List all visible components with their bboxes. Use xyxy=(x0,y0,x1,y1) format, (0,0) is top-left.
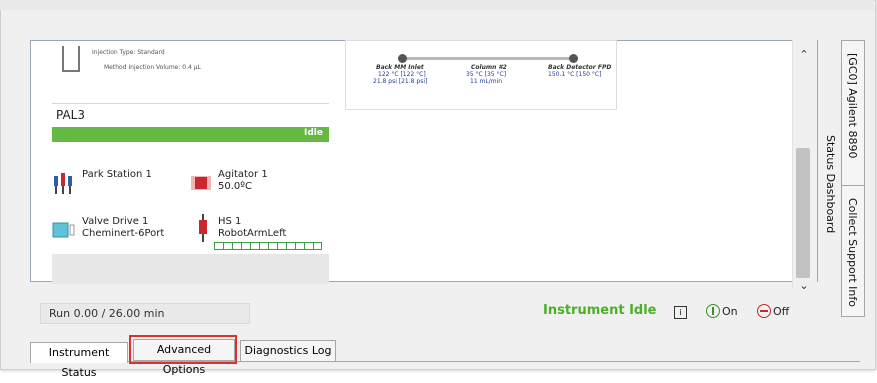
valve-drive-value: Cheminert-6Port xyxy=(82,228,165,239)
column-title: Column #2 xyxy=(471,64,507,71)
column-flow: 11 mL/min xyxy=(470,78,503,85)
tab-agilent-8890-label: [GC0] Agilent 8890 xyxy=(846,53,859,159)
park-station-label: Park Station 1 xyxy=(82,169,152,180)
scroll-up-icon[interactable]: ⌃ xyxy=(792,48,816,61)
injection-volume: Method Injection Volume: 0.4 µL xyxy=(104,64,201,71)
hs-value: RobotArmLeft xyxy=(218,228,287,239)
tab-instrument-status-label: Instrument Status xyxy=(48,346,110,379)
tab-collect-support-info-label: Collect Support Info xyxy=(846,198,859,307)
run-time-text: Run 0.00 / 26.00 min xyxy=(49,307,165,320)
park-station-icon[interactable] xyxy=(52,170,74,196)
tab-advanced-options-label: Advanced Options xyxy=(156,343,212,376)
agitator-icon[interactable] xyxy=(191,174,211,192)
inlet-node-icon xyxy=(398,54,407,63)
pal3-status-bar: Idle xyxy=(52,127,329,142)
hs-icon[interactable] xyxy=(196,214,210,242)
valve-drive-icon[interactable] xyxy=(52,222,76,238)
hs-label: HS 1 xyxy=(218,216,242,227)
column-temp: 35 °C [35 °C] xyxy=(466,71,507,78)
tab-collect-support-info[interactable]: Collect Support Info xyxy=(841,185,865,317)
agitator-temp: 50.0ºC xyxy=(218,181,252,192)
inlet-temp: 122 °C [122 °C] xyxy=(378,71,426,78)
scrollbar-thumb[interactable] xyxy=(796,148,810,278)
power-on-label[interactable]: On xyxy=(722,305,738,318)
power-on-icon[interactable] xyxy=(706,304,720,318)
flow-line xyxy=(402,57,574,60)
injection-icon xyxy=(62,46,80,72)
instrument-status-text: Instrument Idle xyxy=(543,303,657,318)
tab-diagnostics-log[interactable]: Diagnostics Log xyxy=(240,340,336,362)
power-off-icon[interactable] xyxy=(757,304,771,318)
tab-diagnostics-log-label: Diagnostics Log xyxy=(244,344,332,357)
pal3-footer-area xyxy=(52,254,329,284)
info-icon-glyph: i xyxy=(679,308,682,317)
power-off-label[interactable]: Off xyxy=(773,305,789,318)
pal3-status-text: Idle xyxy=(304,128,323,138)
tab-agilent-8890[interactable]: [GC0] Agilent 8890 xyxy=(841,40,865,187)
hs-progress-track xyxy=(214,242,322,250)
detector-title: Back Detector FPD xyxy=(548,64,612,71)
valve-drive-label: Valve Drive 1 xyxy=(82,216,149,227)
inlet-title: Back MM Inlet xyxy=(376,64,424,71)
pal3-title: PAL3 xyxy=(56,108,85,122)
scroll-down-icon[interactable]: ⌄ xyxy=(792,279,816,292)
window-top-strip xyxy=(0,0,874,10)
tab-advanced-options[interactable]: Advanced Options xyxy=(133,339,235,376)
detector-node-icon xyxy=(569,54,578,63)
run-time-box: Run 0.00 / 26.00 min xyxy=(40,303,250,324)
tab-instrument-status[interactable]: Instrument Status xyxy=(30,342,128,379)
detector-temp: 150.1 °C [150 °C] xyxy=(548,71,602,78)
pal3-divider xyxy=(52,103,329,104)
inlet-pressure: 21.8 psi [21.8 psi] xyxy=(373,78,428,85)
agitator-label: Agitator 1 xyxy=(218,169,268,180)
info-icon[interactable]: i xyxy=(674,306,687,319)
injection-type: Injection Type: Standard xyxy=(92,49,165,56)
status-dashboard-label: Status Dashboard xyxy=(824,135,837,234)
